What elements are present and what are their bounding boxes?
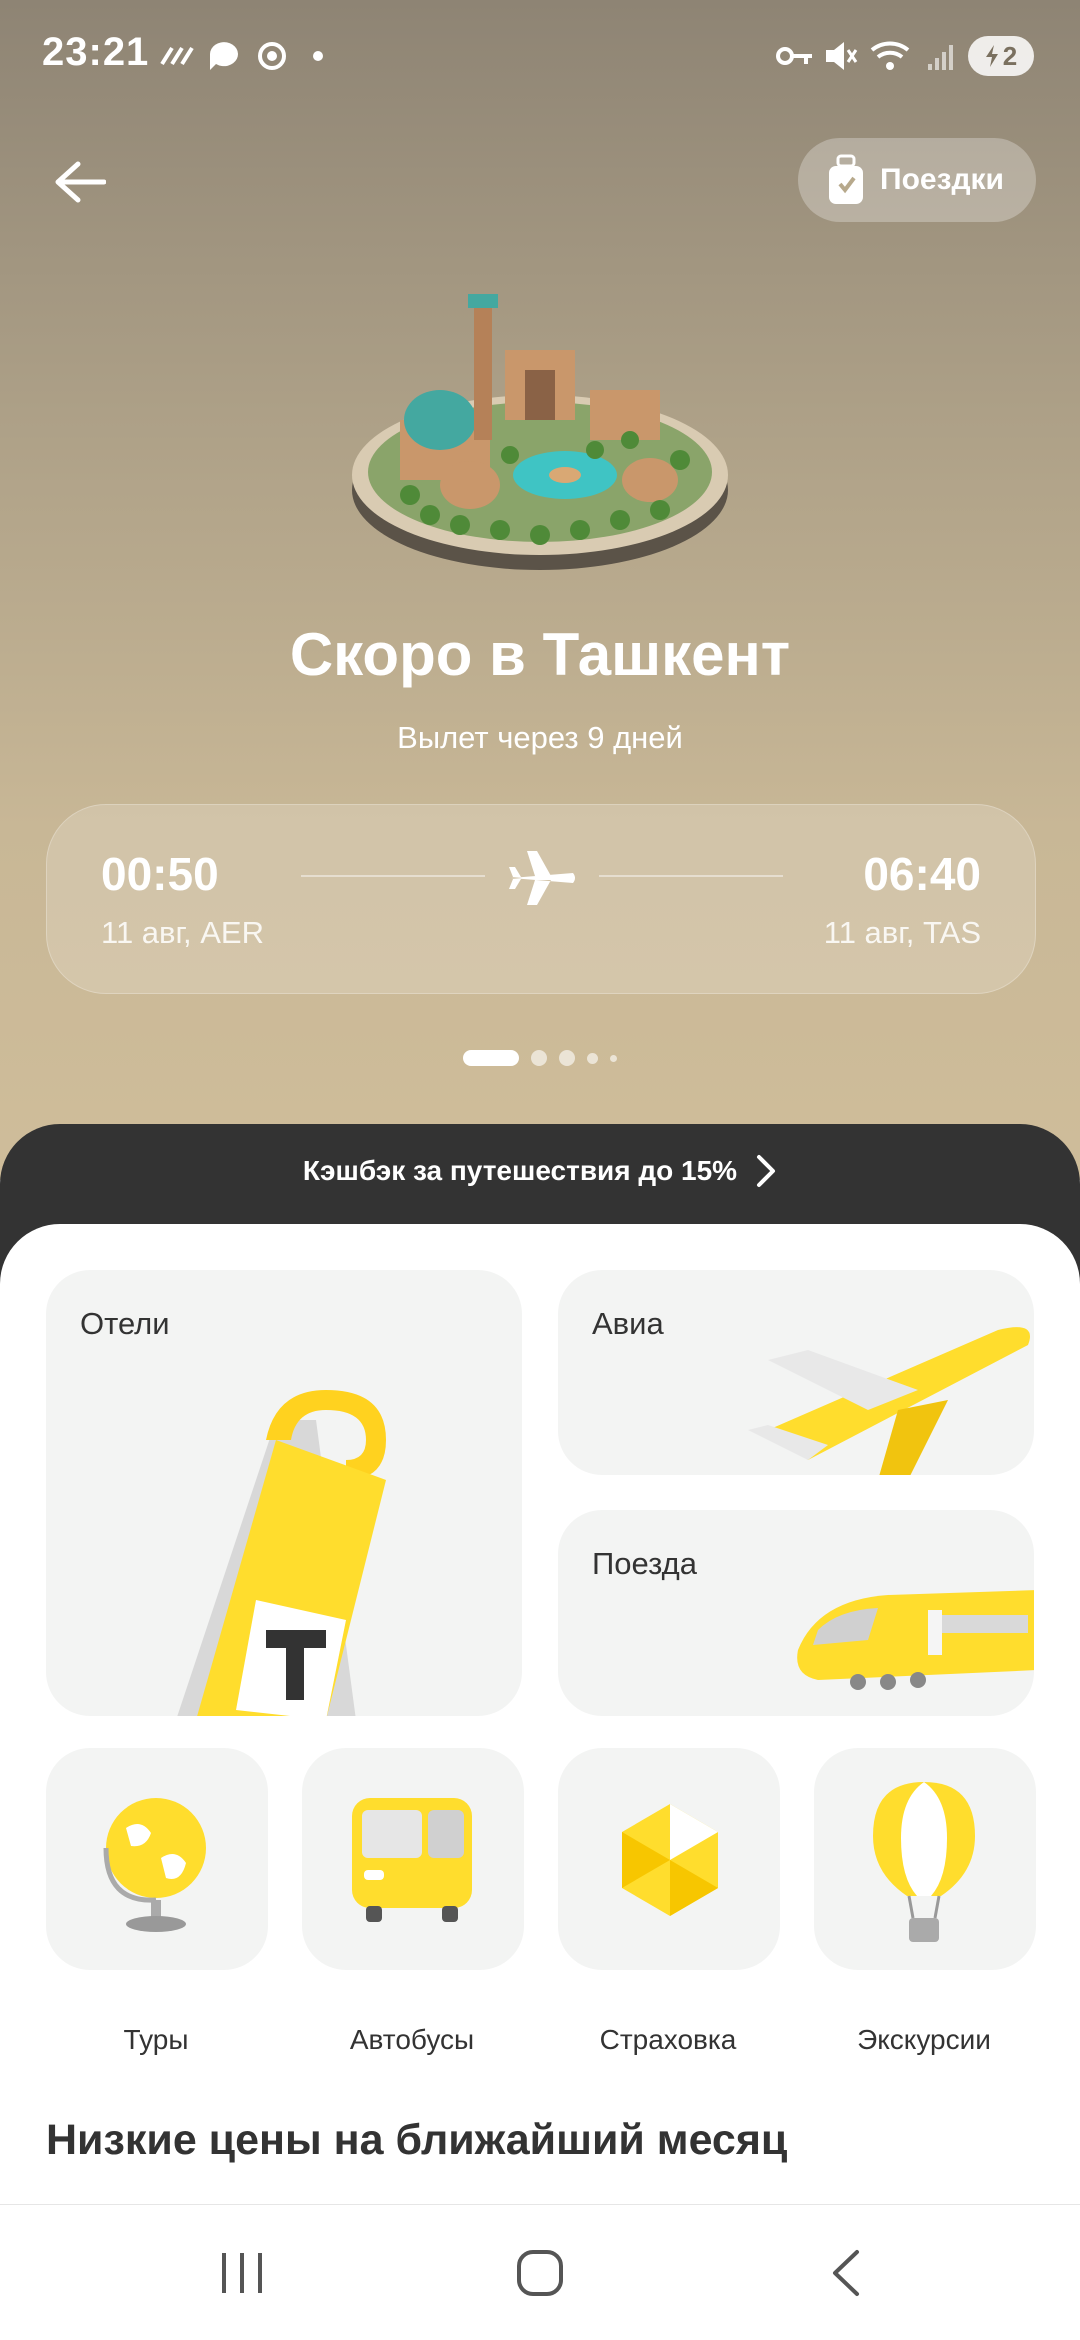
- trips-button[interactable]: Поездки: [798, 138, 1036, 222]
- buses-label: Автобусы: [349, 2024, 475, 2055]
- pager-dot: [559, 1050, 575, 1066]
- route-line-left: [301, 875, 485, 877]
- arrival-info: 11 авг, TAS: [823, 915, 981, 950]
- train-icon: [797, 1590, 1034, 1690]
- pager-dot-active: [463, 1050, 519, 1066]
- avia-tile[interactable]: Авиа: [558, 1270, 1034, 1475]
- trips-label: Поездки: [880, 163, 1004, 196]
- cashback-label: Кэшбэк за путешествия до 15%: [302, 1155, 738, 1186]
- charging-bolt-icon: [985, 45, 998, 67]
- tours-tile[interactable]: [46, 1748, 268, 1970]
- excursions-tile[interactable]: [814, 1748, 1036, 1970]
- signal-stripes-icon: [160, 46, 194, 66]
- low-prices-title: Низкие цены на ближайший месяц: [46, 2116, 788, 2164]
- hotels-tile[interactable]: Отели: [46, 1270, 522, 1716]
- hotels-label: Отели: [80, 1306, 170, 1341]
- battery-indicator: 2: [968, 36, 1034, 76]
- mute-icon: [826, 42, 858, 70]
- notification-dot-icon: [313, 51, 323, 61]
- recent-apps-button[interactable]: [202, 2245, 282, 2301]
- recent-apps-icon: [222, 2253, 262, 2293]
- system-nav-bar: [0, 2204, 1080, 2340]
- settings-sync-icon: [258, 42, 286, 70]
- route-line-right: [599, 875, 783, 877]
- flight-card[interactable]: 00:50 11 авг, AER 06:40 11 авг, TAS: [46, 804, 1036, 994]
- trains-label: Поезда: [592, 1546, 697, 1581]
- departure-info: 11 авг, AER: [101, 915, 264, 950]
- luggage-icon: [829, 154, 863, 204]
- status-time: 23:21: [42, 30, 150, 74]
- arrival-time: 06:40: [863, 848, 981, 900]
- insurance-label: Страховка: [599, 2024, 737, 2055]
- tours-label: Туры: [123, 2024, 189, 2055]
- airplane-3d-icon: [748, 1327, 1030, 1475]
- home-icon: [517, 2250, 563, 2296]
- home-button[interactable]: [500, 2245, 580, 2301]
- battery-level: 2: [1002, 40, 1018, 71]
- hero-title: Скоро в Ташкент: [289, 621, 791, 688]
- chevron-left-icon: [833, 2250, 859, 2296]
- status-bar: 23:21 2: [0, 0, 1080, 110]
- bus-icon: [352, 1798, 472, 1922]
- pager-dot: [610, 1054, 617, 1062]
- buses-tile[interactable]: [302, 1748, 524, 1970]
- departure-time: 00:50: [101, 848, 219, 900]
- system-back-button[interactable]: [806, 2245, 886, 2301]
- key-icon: [776, 47, 812, 65]
- chat-bubble-icon: [210, 42, 238, 70]
- insurance-tile[interactable]: [558, 1748, 780, 1970]
- tashkent-illustration: [352, 294, 728, 570]
- carousel-pager: [0, 1050, 1080, 1066]
- back-arrow-icon: [55, 161, 106, 203]
- door-hanger-icon: [177, 1390, 386, 1716]
- umbrella-icon: [622, 1804, 718, 1916]
- wifi-icon: [870, 41, 910, 70]
- cell-signal-icon: [928, 45, 953, 70]
- globe-icon: [103, 1798, 206, 1932]
- chevron-right-icon: [757, 1155, 776, 1187]
- pager-dot: [587, 1052, 598, 1064]
- excursions-label: Экскурсии: [857, 2024, 991, 2055]
- back-button[interactable]: [48, 150, 112, 214]
- airplane-icon: [509, 851, 575, 905]
- hot-air-balloon-icon: [873, 1782, 975, 1942]
- pager-dot: [531, 1050, 547, 1066]
- hero-subtitle: Вылет через 9 дней: [397, 720, 683, 755]
- avia-label: Авиа: [592, 1306, 664, 1341]
- trains-tile[interactable]: Поезда: [558, 1510, 1034, 1716]
